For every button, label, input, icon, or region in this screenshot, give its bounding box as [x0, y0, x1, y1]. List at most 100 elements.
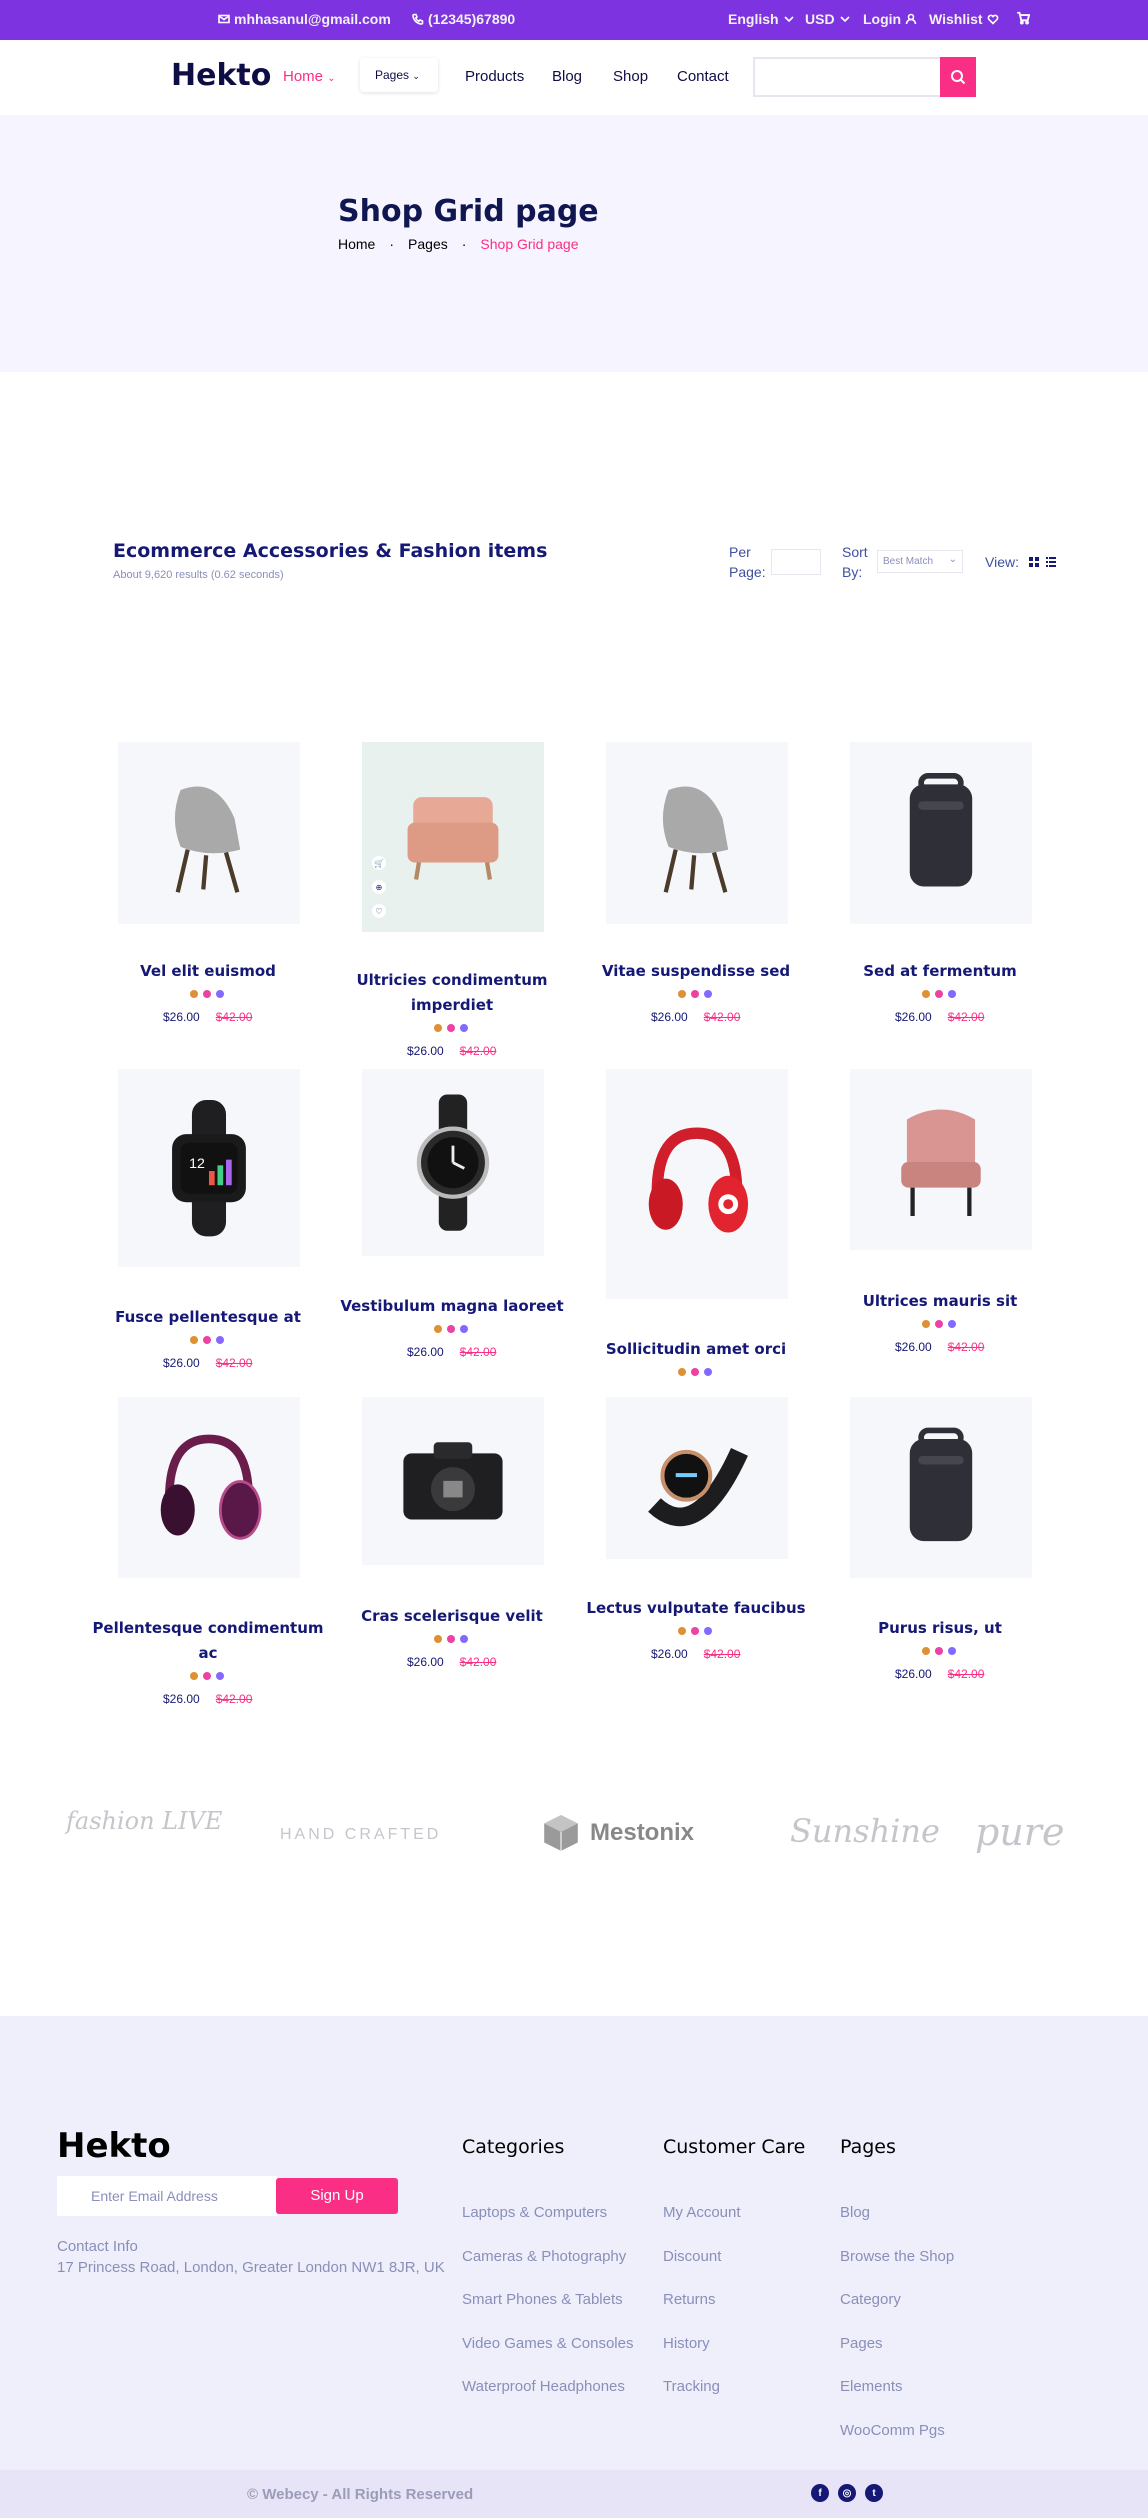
color-swatch[interactable]	[935, 990, 943, 998]
search-button[interactable]	[940, 57, 976, 97]
nav-home[interactable]: Home ⌄	[283, 68, 336, 85]
product-image[interactable]	[850, 1397, 1032, 1578]
product-image[interactable]	[606, 1069, 788, 1299]
footer-link[interactable]: Smart Phones & Tablets	[462, 2291, 623, 2308]
color-swatch[interactable]	[434, 1325, 442, 1333]
product-name[interactable]: Lectus vulputate faucibus	[576, 1596, 816, 1621]
instagram-icon[interactable]: ◎	[838, 2484, 856, 2502]
logo[interactable]: Hekto	[171, 58, 271, 93]
product-name[interactable]: Ultrices mauris sit	[820, 1289, 1060, 1314]
product-image[interactable]	[606, 1397, 788, 1559]
color-swatch[interactable]	[935, 1647, 943, 1655]
nav-products[interactable]: Products	[465, 68, 524, 85]
footer-link[interactable]: My Account	[663, 2204, 741, 2221]
color-swatch[interactable]	[203, 1672, 211, 1680]
product-image[interactable]	[362, 1069, 544, 1256]
wishlist-link[interactable]: Wishlist	[929, 11, 999, 27]
color-swatch[interactable]	[190, 1336, 198, 1344]
facebook-icon[interactable]: f	[811, 2484, 829, 2502]
color-swatch[interactable]	[935, 1320, 943, 1328]
heart-icon[interactable]: ♡	[372, 904, 386, 918]
per-page-input[interactable]	[771, 549, 821, 575]
color-swatch[interactable]	[948, 1320, 956, 1328]
twitter-icon[interactable]: t	[865, 2484, 883, 2502]
newsletter-email-input[interactable]: Enter Email Address	[57, 2176, 277, 2216]
color-swatch[interactable]	[460, 1635, 468, 1643]
color-swatch[interactable]	[447, 1325, 455, 1333]
product-name[interactable]: Vestibulum magna laoreet	[332, 1294, 572, 1319]
breadcrumb-pages[interactable]: Pages	[408, 236, 448, 252]
zoom-icon[interactable]: ⊕	[372, 880, 386, 894]
currency-select[interactable]: USD	[805, 11, 851, 27]
color-swatch[interactable]	[460, 1024, 468, 1032]
sort-select[interactable]: Best Match ⌄	[877, 550, 963, 573]
product-name[interactable]: Vitae suspendisse sed	[576, 959, 816, 984]
color-swatch[interactable]	[922, 1320, 930, 1328]
color-swatch[interactable]	[190, 990, 198, 998]
footer-link[interactable]: Laptops & Computers	[462, 2204, 607, 2221]
product-name[interactable]: Fusce pellentesque at	[88, 1305, 328, 1330]
product-image[interactable]	[118, 1397, 300, 1578]
product-name[interactable]: Sollicitudin amet orci	[576, 1337, 816, 1362]
color-swatch[interactable]	[434, 1635, 442, 1643]
phone-contact[interactable]: (12345)67890	[412, 11, 515, 27]
product-name[interactable]: Ultricies condimentum imperdiet	[332, 968, 572, 1018]
footer-link[interactable]: Returns	[663, 2291, 716, 2308]
nav-blog[interactable]: Blog	[552, 68, 582, 85]
product-image[interactable]	[850, 1069, 1032, 1250]
color-swatch[interactable]	[948, 1647, 956, 1655]
color-swatch[interactable]	[704, 1368, 712, 1376]
color-swatch[interactable]	[922, 990, 930, 998]
color-swatch[interactable]	[434, 1024, 442, 1032]
email-contact[interactable]: mhhasanul@gmail.com	[218, 11, 391, 27]
footer-link[interactable]: Elements	[840, 2378, 903, 2395]
product-name[interactable]: Cras scelerisque velit	[332, 1604, 572, 1629]
color-swatch[interactable]	[922, 1647, 930, 1655]
product-name[interactable]: Sed at fermentum	[820, 959, 1060, 984]
product-image[interactable]: 12	[118, 1069, 300, 1267]
login-link[interactable]: Login	[863, 11, 917, 27]
grid-view-icon[interactable]	[1029, 557, 1039, 567]
color-swatch[interactable]	[678, 990, 686, 998]
footer-link[interactable]: Blog	[840, 2204, 870, 2221]
color-swatch[interactable]	[678, 1627, 686, 1635]
footer-link[interactable]: Browse the Shop	[840, 2248, 954, 2265]
color-swatch[interactable]	[691, 1627, 699, 1635]
product-image[interactable]: 🛒 ⊕ ♡	[362, 742, 544, 932]
nav-shop[interactable]: Shop	[613, 68, 648, 85]
color-swatch[interactable]	[447, 1635, 455, 1643]
cart-button[interactable]	[1016, 11, 1030, 25]
color-swatch[interactable]	[948, 990, 956, 998]
footer-link[interactable]: Tracking	[663, 2378, 720, 2395]
color-swatch[interactable]	[460, 1325, 468, 1333]
product-name[interactable]: Vel elit euismod	[88, 959, 328, 984]
product-name[interactable]: Pellentesque condimentum ac	[88, 1616, 328, 1666]
footer-link[interactable]: Waterproof Headphones	[462, 2378, 625, 2395]
product-image[interactable]	[362, 1397, 544, 1565]
footer-link[interactable]: Video Games & Consoles	[462, 2335, 633, 2352]
color-swatch[interactable]	[203, 990, 211, 998]
footer-link[interactable]: Category	[840, 2291, 901, 2308]
color-swatch[interactable]	[216, 1672, 224, 1680]
color-swatch[interactable]	[704, 990, 712, 998]
color-swatch[interactable]	[203, 1336, 211, 1344]
color-swatch[interactable]	[447, 1024, 455, 1032]
color-swatch[interactable]	[704, 1627, 712, 1635]
color-swatch[interactable]	[190, 1672, 198, 1680]
list-view-icon[interactable]	[1046, 557, 1056, 567]
color-swatch[interactable]	[678, 1368, 686, 1376]
footer-link[interactable]: WooComm Pgs	[840, 2422, 945, 2439]
nav-pages-dropdown[interactable]: Pages ⌄	[360, 58, 438, 92]
product-image[interactable]	[118, 742, 300, 924]
product-name[interactable]: Purus risus, ut	[820, 1616, 1060, 1641]
color-swatch[interactable]	[691, 1368, 699, 1376]
color-swatch[interactable]	[216, 1336, 224, 1344]
color-swatch[interactable]	[216, 990, 224, 998]
footer-link[interactable]: History	[663, 2335, 710, 2352]
footer-link[interactable]: Pages	[840, 2335, 883, 2352]
product-image[interactable]	[850, 742, 1032, 924]
product-image[interactable]	[606, 742, 788, 924]
signup-button[interactable]: Sign Up	[276, 2178, 398, 2214]
footer-link[interactable]: Cameras & Photography	[462, 2248, 626, 2265]
cart-icon[interactable]: 🛒	[372, 856, 386, 870]
